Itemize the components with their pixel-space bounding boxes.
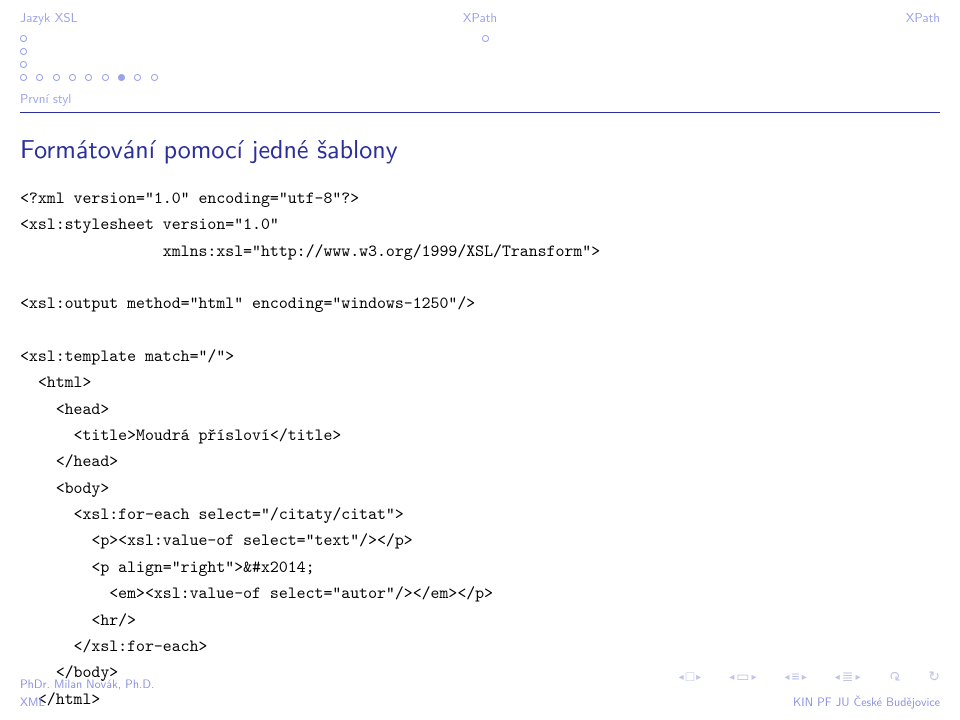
footer-title: XML <box>20 692 154 710</box>
nav-section-right[interactable]: XPath <box>633 8 940 27</box>
subsection-label: První styl <box>0 83 960 108</box>
footer-author: PhDr. Milan Novák, Ph.D. <box>20 674 154 692</box>
progress-dot <box>53 74 60 81</box>
progress-dot <box>482 35 489 42</box>
code-block: <?xml version="1.0" encoding="utf-8"?> <… <box>0 167 960 712</box>
progress-dot <box>102 74 109 81</box>
progress-dot <box>20 74 27 81</box>
progress-dot <box>151 74 158 81</box>
progress-dot <box>20 35 27 42</box>
progress-dot-current <box>118 74 125 81</box>
progress-dot <box>85 74 92 81</box>
progress-row-4 <box>0 70 960 83</box>
progress-dot <box>134 74 141 81</box>
progress-row-1 <box>0 31 960 44</box>
slide-title: Formátování pomocí jedné šablony <box>0 113 960 167</box>
progress-dot <box>36 74 43 81</box>
progress-row-3 <box>0 57 960 70</box>
progress-dot <box>20 61 27 68</box>
nav-section-left[interactable]: Jazyk XSL <box>20 8 327 27</box>
footer-institute: KIN PF JU České Budějovice <box>793 692 940 710</box>
progress-dot <box>20 48 27 55</box>
progress-dot <box>69 74 76 81</box>
